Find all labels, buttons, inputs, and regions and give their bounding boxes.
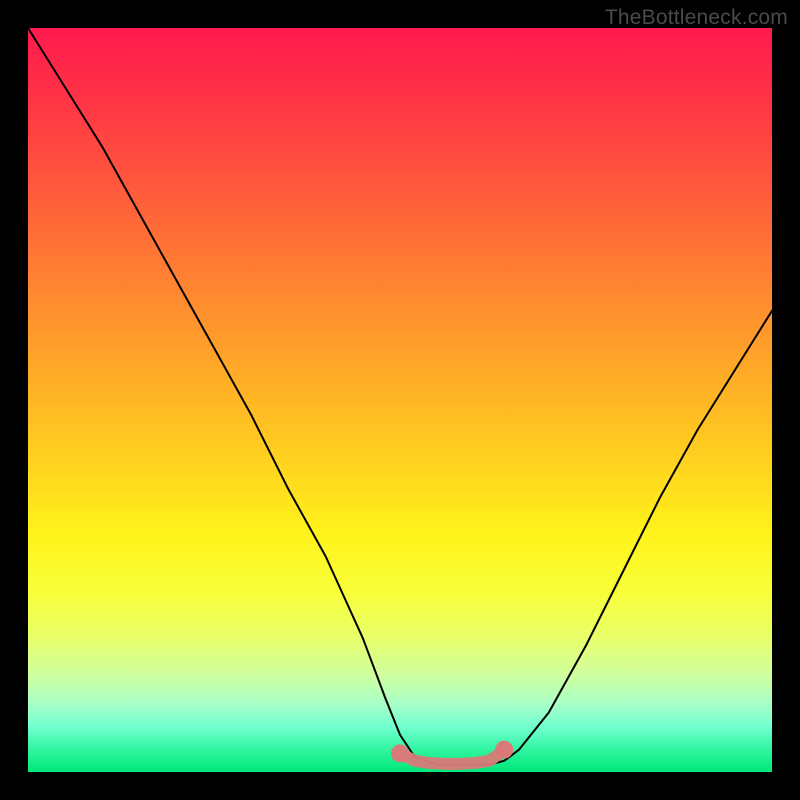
- valley-end-dot: [391, 744, 409, 762]
- watermark-text: TheBottleneck.com: [605, 6, 788, 30]
- curve-layer: [28, 28, 772, 772]
- bottleneck-curve: [28, 28, 772, 765]
- valley-end-dot: [495, 741, 513, 759]
- plot-area: [28, 28, 772, 772]
- chart-stage: TheBottleneck.com: [0, 0, 800, 800]
- valley-highlight: [400, 750, 504, 764]
